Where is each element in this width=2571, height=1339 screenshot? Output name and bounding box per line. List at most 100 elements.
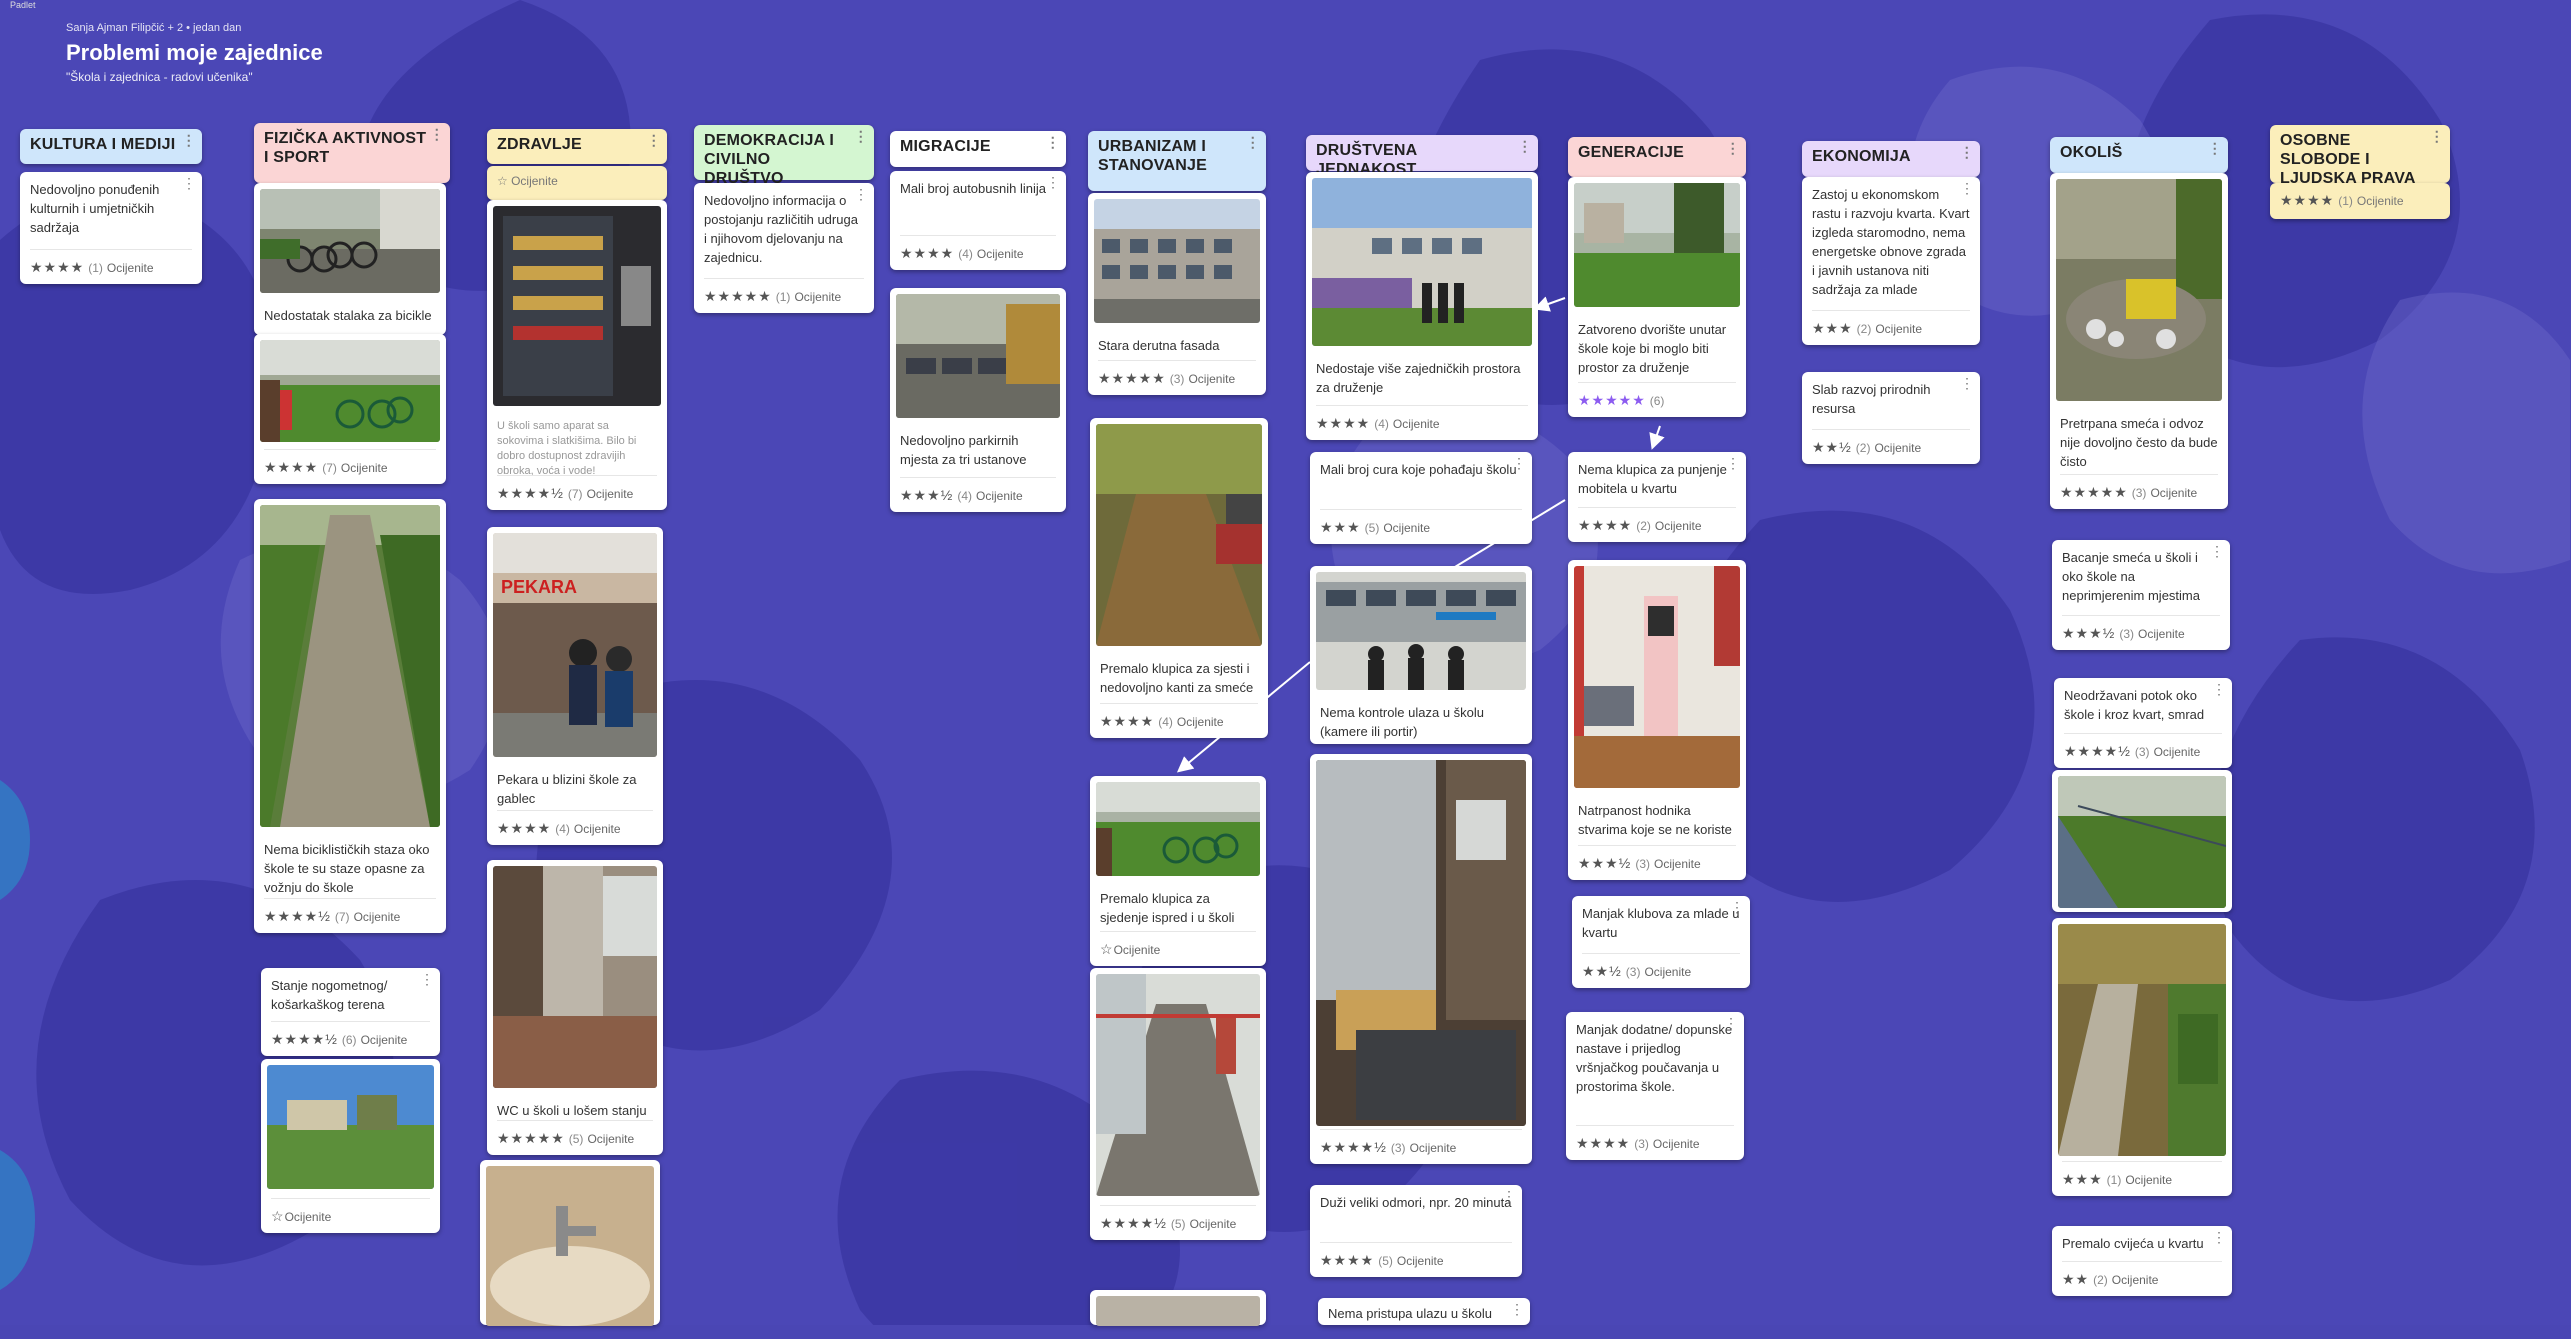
rating-widget[interactable]: ★★½ (2) Ocijenite (1812, 439, 1921, 456)
more-options-icon[interactable]: ⋮ (420, 972, 434, 986)
rating-widget[interactable]: ★★★ (5) Ocijenite (1320, 519, 1430, 536)
rating-widget[interactable]: ★★★★½ (3) Ocijenite (1320, 1139, 1456, 1156)
column-header-fizicka[interactable]: FIZIČKA AKTIVNOST I SPORT ⋮ (254, 123, 450, 183)
rating-widget[interactable]: ★★★★ (2) Ocijenite (1578, 517, 1702, 534)
post-card[interactable]: ⋮ (480, 1160, 660, 1326)
more-options-icon[interactable]: ⋮ (182, 176, 196, 190)
post-card[interactable]: ⋮ (1090, 1290, 1266, 1326)
rating-widget[interactable]: ★★★★ (4) Ocijenite (1316, 415, 1440, 432)
star-rating-icon[interactable]: ★★★½ (2062, 625, 2115, 641)
more-options-icon[interactable]: ⋮ (1730, 900, 1744, 914)
more-options-icon[interactable]: ⋮ (1518, 139, 1532, 153)
more-options-icon[interactable]: ⋮ (1960, 181, 1974, 195)
post-card[interactable]: ⋮ Zatvoreno dvorište unutar škole koje b… (1568, 177, 1746, 417)
more-options-icon[interactable]: ⋮ (1960, 376, 1974, 390)
post-card[interactable]: ⋮ Manjak dodatne/ dopunske nastave i pri… (1566, 1012, 1744, 1160)
post-card[interactable]: ⋮ Bacanje smeća u školi i oko škole na n… (2052, 540, 2230, 650)
more-options-icon[interactable]: ⋮ (2212, 1230, 2226, 1244)
post-card[interactable]: ⋮ ★★★(1)Ocijenite (2052, 918, 2232, 1196)
rating-widget[interactable]: ★★★★ (4) Ocijenite (497, 820, 621, 837)
more-options-icon[interactable]: ⋮ (1512, 456, 1526, 470)
more-options-icon[interactable]: ⋮ (2208, 141, 2222, 155)
rating-widget[interactable]: ★★ (2) Ocijenite (2062, 1271, 2158, 1288)
more-options-icon[interactable]: ⋮ (1502, 1189, 1516, 1203)
star-rating-icon[interactable]: ★★★★½ (1100, 1215, 1167, 1231)
rating-widget[interactable]: ★★★★½ (7) Ocijenite (264, 908, 400, 925)
more-options-icon[interactable]: ⋮ (1960, 145, 1974, 159)
column-header-migracije[interactable]: MIGRACIJE ⋮ (890, 131, 1066, 167)
post-card[interactable]: ⋮ Nedovoljno ponuđenih kulturnih i umjet… (20, 172, 202, 284)
post-card[interactable]: ⋮ Pretrpana smeća i odvoz nije dovoljno … (2050, 173, 2228, 509)
rating-widget[interactable]: ★★★½ (4) Ocijenite (900, 487, 1023, 504)
rating-widget[interactable]: ★★★★½ (7) Ocijenite (497, 485, 633, 502)
post-card[interactable]: ⋮ Nema biciklističkih staza oko škole te… (254, 499, 446, 933)
more-options-icon[interactable]: ⋮ (1046, 135, 1060, 149)
post-card[interactable]: ⋮ Stara derutna fasada ★★★★★(3)Ocijenite (1088, 193, 1266, 395)
column-header-demokracija[interactable]: DEMOKRACIJA I CIVILNO DRUŠTVO ⋮ (694, 125, 874, 187)
post-card[interactable]: ⋮ PEKARA Pekara u blizini škole za gable… (487, 527, 663, 845)
more-options-icon[interactable]: ⋮ (2430, 129, 2444, 143)
star-rating-icon[interactable]: ★★ (2062, 1271, 2089, 1287)
column-header-urbanizam[interactable]: URBANIZAM I STANOVANJE ⋮ (1088, 131, 1266, 191)
rating-widget[interactable]: ★★★ (2) Ocijenite (1812, 320, 1922, 337)
post-card[interactable]: ⋮ Nedostatak stalaka za bicikle (254, 183, 446, 335)
more-options-icon[interactable]: ⋮ (1726, 456, 1740, 470)
more-options-icon[interactable]: ⋮ (2212, 682, 2226, 696)
more-options-icon[interactable]: ⋮ (1726, 141, 1740, 155)
star-rating-icon[interactable]: ★★★★ (497, 820, 551, 836)
rating-widget[interactable]: ★★★★★ (5) Ocijenite (497, 1130, 634, 1147)
post-card[interactable]: ⋮ Nema pristupa ulazu u školu (1318, 1298, 1530, 1325)
star-rating-icon[interactable]: ★★★½ (1578, 855, 1631, 871)
rating-widget[interactable]: ★★★★ (4) Ocijenite (1100, 713, 1224, 730)
star-rating-icon[interactable]: ★★★★ (1576, 1135, 1630, 1151)
star-rating-icon[interactable]: ★★★ (1812, 320, 1853, 336)
rating-widget[interactable]: ★★★★½ (3) Ocijenite (2064, 743, 2200, 760)
post-card[interactable]: ⋮ Premalo klupica za sjesti i nedovoljno… (1090, 418, 1268, 738)
rating-widget[interactable]: ★★★★ (4) Ocijenite (900, 245, 1024, 262)
rating-widget[interactable]: ★★★½ (3) Ocijenite (1578, 855, 1701, 872)
star-rating-icon[interactable]: ★★★★★ (704, 288, 772, 304)
column-header-drustvena[interactable]: DRUŠTVENA JEDNAKOST ⋮ (1306, 135, 1538, 178)
post-card[interactable]: ⋮ Premalo klupica za sjedenje ispred i u… (1090, 776, 1266, 966)
post-card[interactable]: ⋮ Mali broj autobusnih linija ★★★★ (4) Oci… (890, 171, 1066, 270)
rating-widget[interactable]: ☆Ocijenite (271, 1208, 331, 1225)
post-card[interactable]: ⋮ Neodržavani potok oko škole i kroz kva… (2054, 678, 2232, 768)
column-header-okolis[interactable]: OKOLIŠ ⋮ (2050, 137, 2228, 173)
star-rating-icon[interactable]: ★★★★ (1100, 713, 1154, 729)
post-card[interactable]: ⋮ WC u školi u lošem stanju ★★★★★(5)Ocij… (487, 860, 663, 1155)
star-rating-icon[interactable]: ★★★ (1320, 519, 1361, 535)
rating-widget[interactable]: ☆Ocijenite (1100, 941, 1160, 958)
rating-widget[interactable]: ★★★★ (7) Ocijenite (264, 459, 388, 476)
star-rating-icon[interactable]: ★★★★½ (264, 908, 331, 924)
star-rating-icon[interactable]: ★★★★★ (2060, 484, 2128, 500)
post-card[interactable]: ⋮ U školi samo aparat sa sokovima i slat… (487, 200, 667, 510)
post-card[interactable]: ⋮ Premalo cvijeća u kvartu ★★ (2) Ocijenit… (2052, 1226, 2232, 1296)
more-options-icon[interactable]: ⋮ (1246, 135, 1260, 149)
more-options-icon[interactable]: ⋮ (1510, 1302, 1524, 1316)
post-card[interactable]: ⋮ Manjak klubova za mlade u kvartu ★★½ (3… (1572, 896, 1750, 988)
star-rating-icon[interactable]: ★★★★½ (497, 485, 564, 501)
star-rating-icon[interactable]: ★★★★ (30, 259, 84, 275)
star-rating-icon[interactable]: ★★★★ (264, 459, 318, 475)
more-options-icon[interactable]: ⋮ (854, 187, 868, 201)
rating-widget[interactable]: ★★★★★ (3) Ocijenite (1098, 370, 1235, 387)
post-card[interactable]: ⋮ Natrpanost hodnika stvarima koje se ne… (1568, 560, 1746, 880)
post-card[interactable]: ⋮ Nema klupica za punjenje mobitela u kv… (1568, 452, 1746, 542)
star-rating-icon[interactable]: ★★★★★ (497, 1130, 565, 1146)
post-card[interactable]: ⋮ (2052, 770, 2232, 912)
star-rating-icon[interactable]: ★★½ (1582, 963, 1622, 979)
column-header-kultura[interactable]: KULTURA I MEDIJI ⋮ (20, 129, 202, 164)
more-options-icon[interactable]: ⋮ (1046, 175, 1060, 189)
star-rating-icon[interactable]: ★★★★★ (1098, 370, 1166, 386)
star-rating-icon[interactable]: ★★★★ (1578, 517, 1632, 533)
rating-widget[interactable]: ★★★★ (1) Ocijenite (30, 259, 154, 276)
rating-widget[interactable]: ★★★★ (3) Ocijenite (1576, 1135, 1700, 1152)
post-card[interactable]: ⋮ ★★★★(7)Ocijenite (254, 334, 446, 484)
post-card[interactable]: ⋮ Nema kontrole ulaza u školu (kamere il… (1310, 566, 1532, 744)
star-rating-icon[interactable]: ★★★★ (900, 245, 954, 261)
star-empty-icon[interactable]: ☆ (271, 1208, 285, 1224)
rating-widget[interactable]: ★★★★★ (6) (1578, 392, 1668, 409)
rating-widget[interactable]: ★★★★½ (6) Ocijenite (271, 1031, 407, 1048)
rating-widget[interactable]: ★★★★★ (1) Ocijenite (704, 288, 841, 305)
more-options-icon[interactable]: ⋮ (2210, 544, 2224, 558)
